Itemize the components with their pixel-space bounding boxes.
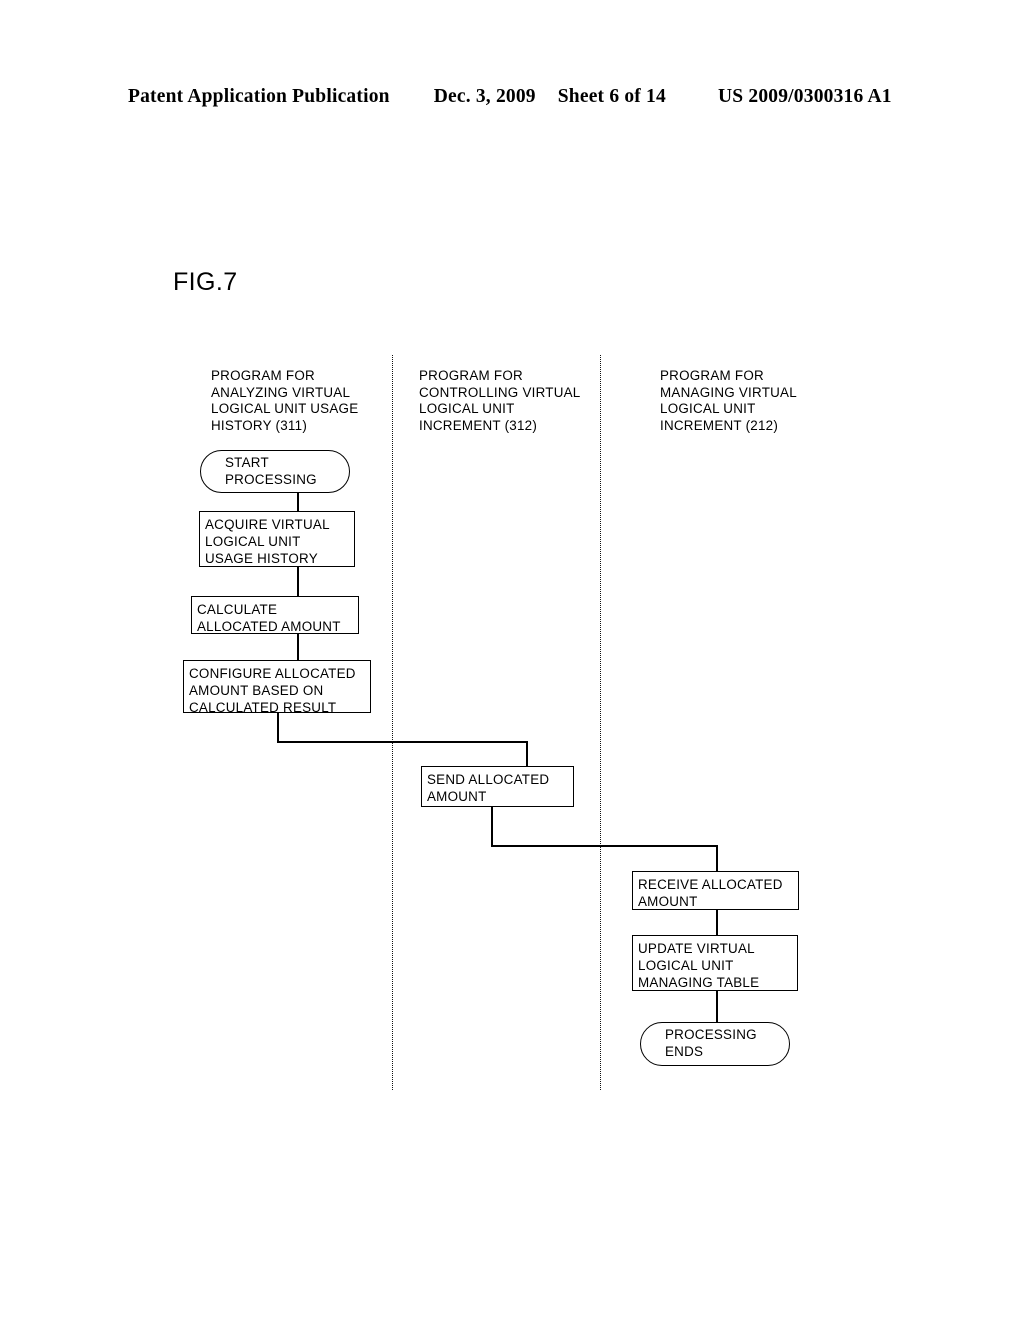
- node-update-managing-table: UPDATE VIRTUAL LOGICAL UNIT MANAGING TAB…: [632, 935, 798, 991]
- node-acquire-usage-history: ACQUIRE VIRTUAL LOGICAL UNIT USAGE HISTO…: [199, 511, 355, 567]
- connector-update-to-end: [716, 990, 718, 1023]
- patent-number: US 2009/0300316 A1: [717, 86, 892, 107]
- lane-header-controlling-increment: PROGRAM FOR CONTROLLING VIRTUAL LOGICAL …: [419, 368, 581, 433]
- node-receive-allocated-amount: RECEIVE ALLOCATED AMOUNT: [632, 871, 799, 910]
- connector-into-send: [526, 741, 528, 767]
- node-processing-ends: PROCESSING ENDS: [640, 1022, 790, 1066]
- connector-receive-to-update: [716, 909, 718, 936]
- node-start-processing-label: START PROCESSING: [225, 454, 317, 487]
- sheet-number: Sheet 6 of 14: [557, 86, 666, 107]
- connector-calculate-to-configure: [297, 633, 299, 661]
- connector-into-receive: [716, 845, 718, 872]
- publication-label: Patent Application Publication: [128, 86, 390, 107]
- lane-divider-1: [392, 355, 393, 1090]
- publication-date: Dec. 3, 2009: [433, 86, 536, 107]
- connector-configure-down: [277, 712, 279, 743]
- node-send-allocated-amount: SEND ALLOCATED AMOUNT: [421, 766, 574, 807]
- node-processing-ends-label: PROCESSING ENDS: [665, 1027, 757, 1059]
- node-start-processing: START PROCESSING: [200, 450, 350, 493]
- page-header: Patent Application Publication Dec. 3, 2…: [128, 86, 896, 112]
- node-configure-allocated-amount: CONFIGURE ALLOCATED AMOUNT BASED ON CALC…: [183, 660, 371, 715]
- figure-label: FIG.7: [173, 268, 238, 296]
- lane-divider-2: [600, 355, 601, 1090]
- connector-send-to-receive-horizontal: [491, 845, 717, 847]
- node-calculate-allocated-amount: CALCULATE ALLOCATED AMOUNT: [191, 596, 359, 634]
- lane-header-analyzing-usage-history: PROGRAM FOR ANALYZING VIRTUAL LOGICAL UN…: [211, 368, 359, 433]
- connector-start-to-acquire: [297, 492, 299, 512]
- connector-configure-to-send-horizontal: [277, 741, 527, 743]
- connector-acquire-to-calculate: [297, 566, 299, 597]
- connector-send-down: [491, 806, 493, 846]
- lane-header-managing-increment: PROGRAM FOR MANAGING VIRTUAL LOGICAL UNI…: [660, 368, 797, 433]
